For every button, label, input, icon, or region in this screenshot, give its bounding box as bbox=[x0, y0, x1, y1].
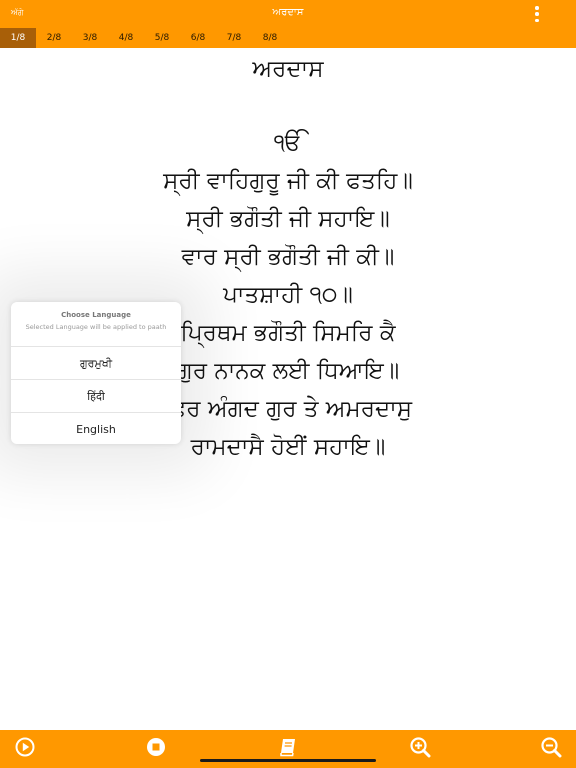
menu-dot bbox=[535, 12, 539, 16]
verse-line: ਵਾਰ ਸ੍ਰੀ ਭਗੌਤੀ ਜੀ ਕੀ॥ bbox=[181, 244, 395, 270]
bottom-toolbar bbox=[0, 730, 576, 768]
tab-page-2[interactable]: 2/8 bbox=[36, 28, 72, 48]
tab-page-6[interactable]: 6/8 bbox=[180, 28, 216, 48]
page-tabs: 1/8 2/8 3/8 4/8 5/8 6/8 7/8 8/8 bbox=[0, 28, 576, 48]
content-heading: ਅਰਦਾਸ bbox=[252, 56, 324, 82]
tab-page-3[interactable]: 3/8 bbox=[72, 28, 108, 48]
verse-line: ਸ੍ਰੀ ਭਗੌਤੀ ਜੀ ਸਹਾਇ॥ bbox=[186, 206, 390, 232]
menu-dot bbox=[535, 18, 539, 22]
popover-title: Choose Language bbox=[61, 311, 131, 319]
language-option-english[interactable]: English bbox=[11, 412, 181, 444]
verse-line: ਸ੍ਰੀ ਵਾਹਿਗੁਰੂ ਜੀ ਕੀ ਫਤਹਿ॥ bbox=[163, 168, 413, 194]
language-popover: Choose Language Selected Language will b… bbox=[11, 302, 181, 444]
book-icon[interactable] bbox=[277, 736, 299, 758]
tab-page-4[interactable]: 4/8 bbox=[108, 28, 144, 48]
tab-page-5[interactable]: 5/8 bbox=[144, 28, 180, 48]
language-option-gurmukhi[interactable]: ਗੁਰਮੁਖੀ bbox=[11, 346, 181, 380]
menu-dot bbox=[535, 6, 539, 10]
zoom-out-icon[interactable] bbox=[540, 736, 562, 758]
more-vertical-icon[interactable] bbox=[534, 6, 540, 22]
tab-page-8[interactable]: 8/8 bbox=[252, 28, 288, 48]
tab-page-1[interactable]: 1/8 bbox=[0, 28, 36, 48]
page-title: ਅਰਦਾਸ bbox=[272, 7, 304, 18]
play-icon[interactable] bbox=[14, 736, 36, 758]
stop-icon[interactable] bbox=[145, 736, 167, 758]
zoom-in-icon[interactable] bbox=[409, 736, 431, 758]
home-indicator bbox=[200, 759, 376, 762]
verse-line: ੴ bbox=[274, 130, 302, 156]
tab-page-7[interactable]: 7/8 bbox=[216, 28, 252, 48]
popover-subtitle: Selected Language will be applied to paa… bbox=[25, 323, 167, 331]
top-bar: ਅੱਗੇ ਅਰਦਾਸ bbox=[0, 0, 576, 28]
app-window: ਅੱਗੇ ਅਰਦਾਸ 1/8 2/8 3/8 4/8 5/8 6/8 7/8 8… bbox=[0, 0, 576, 768]
language-option-hindi[interactable]: हिंदी bbox=[11, 379, 181, 413]
